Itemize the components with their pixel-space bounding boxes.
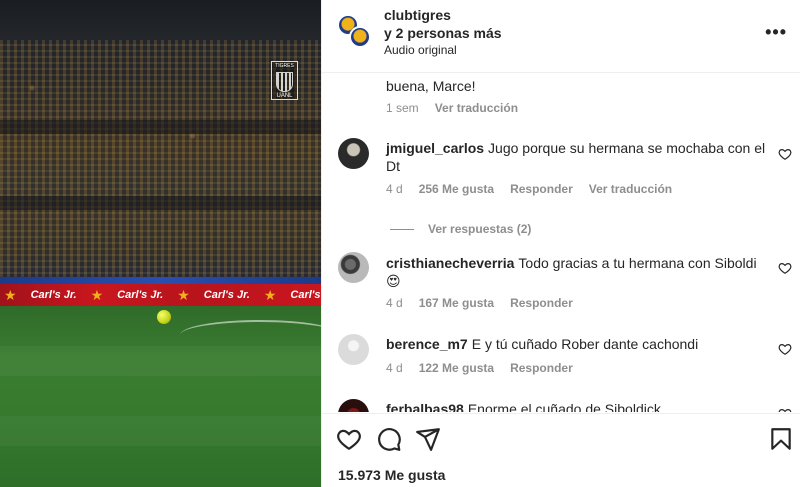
stands-divider [0,196,321,210]
comment-time: 4 d [386,182,403,196]
comment-username[interactable]: cristhianecheverria [386,255,514,271]
comment-meta: 4 d 167 Me gusta Responder [386,296,573,310]
reply-button[interactable]: Responder [510,296,573,310]
pitch-line [180,320,321,350]
post-actions: 15.973 Me gusta [322,413,800,487]
comment-icon[interactable] [376,426,402,452]
post-video[interactable]: ★ Carl's Jr. ★ Carl's Jr. ★ Carl's Jr. ★ Car… [0,0,321,487]
avatar [349,26,371,48]
author-username[interactable]: clubtigres [384,7,451,23]
ball [157,310,171,324]
post-sidebar: clubtigres y 2 personas más Audio origin… [321,0,800,487]
avatar[interactable] [338,138,369,169]
stands-divider [0,120,321,134]
reply-button[interactable]: Responder [510,182,573,196]
heart-icon[interactable] [336,426,362,452]
post-header: clubtigres y 2 personas más Audio origin… [322,0,800,73]
share-icon[interactable] [415,426,441,452]
heart-eyes-emoji: 😍 [386,273,401,289]
comment-text: ferbalbas98 Enorme el cuñado de Siboldick [386,400,766,412]
comment-meta: 1 sem Ver traducción [386,101,518,115]
comment-text: jmiguel_carlos Jugo porque su hermana se … [386,140,766,174]
comment-likes[interactable]: 122 Me gusta [419,361,494,375]
comment-time: 1 sem [386,101,419,115]
bookmark-icon[interactable] [768,426,794,452]
likes-count[interactable]: 15.973 Me gusta [338,467,445,483]
comment-username[interactable]: berence_m7 [386,336,468,352]
comment-likes[interactable]: 167 Me gusta [419,296,494,310]
comment-likes[interactable]: 256 Me gusta [419,182,494,196]
comment-username[interactable]: jmiguel_carlos [386,140,484,156]
heart-icon[interactable] [778,147,792,161]
translate-button[interactable]: Ver traducción [435,101,518,115]
comment-text: buena, Marce! [386,78,476,94]
translate-button[interactable]: Ver traducción [589,182,672,196]
coauthors-link[interactable]: y 2 personas más [384,25,502,41]
avatar[interactable] [338,399,369,412]
avatar[interactable] [338,334,369,365]
tigres-logo: TIGRES UANL [271,61,298,100]
view-replies-button[interactable]: Ver respuestas (2) [390,222,531,236]
more-horizontal-icon[interactable]: ••• [765,22,787,43]
comment-text: berence_m7 E y tú cuñado Rober dante cach… [386,336,699,352]
author-avatars[interactable] [337,14,371,48]
replies-divider [390,228,414,230]
ad-board: ★ Carl's Jr. ★ Carl's Jr. ★ Carl's Jr. ★ Car… [0,284,321,306]
heart-icon[interactable] [778,342,792,356]
comment-text: cristhianecheverria Todo gracias a tu her… [386,255,757,289]
reply-button[interactable]: Responder [510,361,573,375]
audio-link[interactable]: Audio original [384,43,457,57]
heart-icon[interactable] [778,407,792,412]
comment-time: 4 d [386,361,403,375]
comment-time: 4 d [386,296,403,310]
comments-list[interactable]: buena, Marce! 1 sem Ver traducción jmigu… [322,74,800,412]
avatar[interactable] [338,252,369,283]
ad-board-strip [0,277,321,284]
comment-username[interactable]: ferbalbas98 [386,401,464,412]
heart-icon[interactable] [778,261,792,275]
comment-meta: 4 d 256 Me gusta Responder Ver traducció… [386,182,672,196]
comment-meta: 4 d 122 Me gusta Responder [386,361,573,375]
